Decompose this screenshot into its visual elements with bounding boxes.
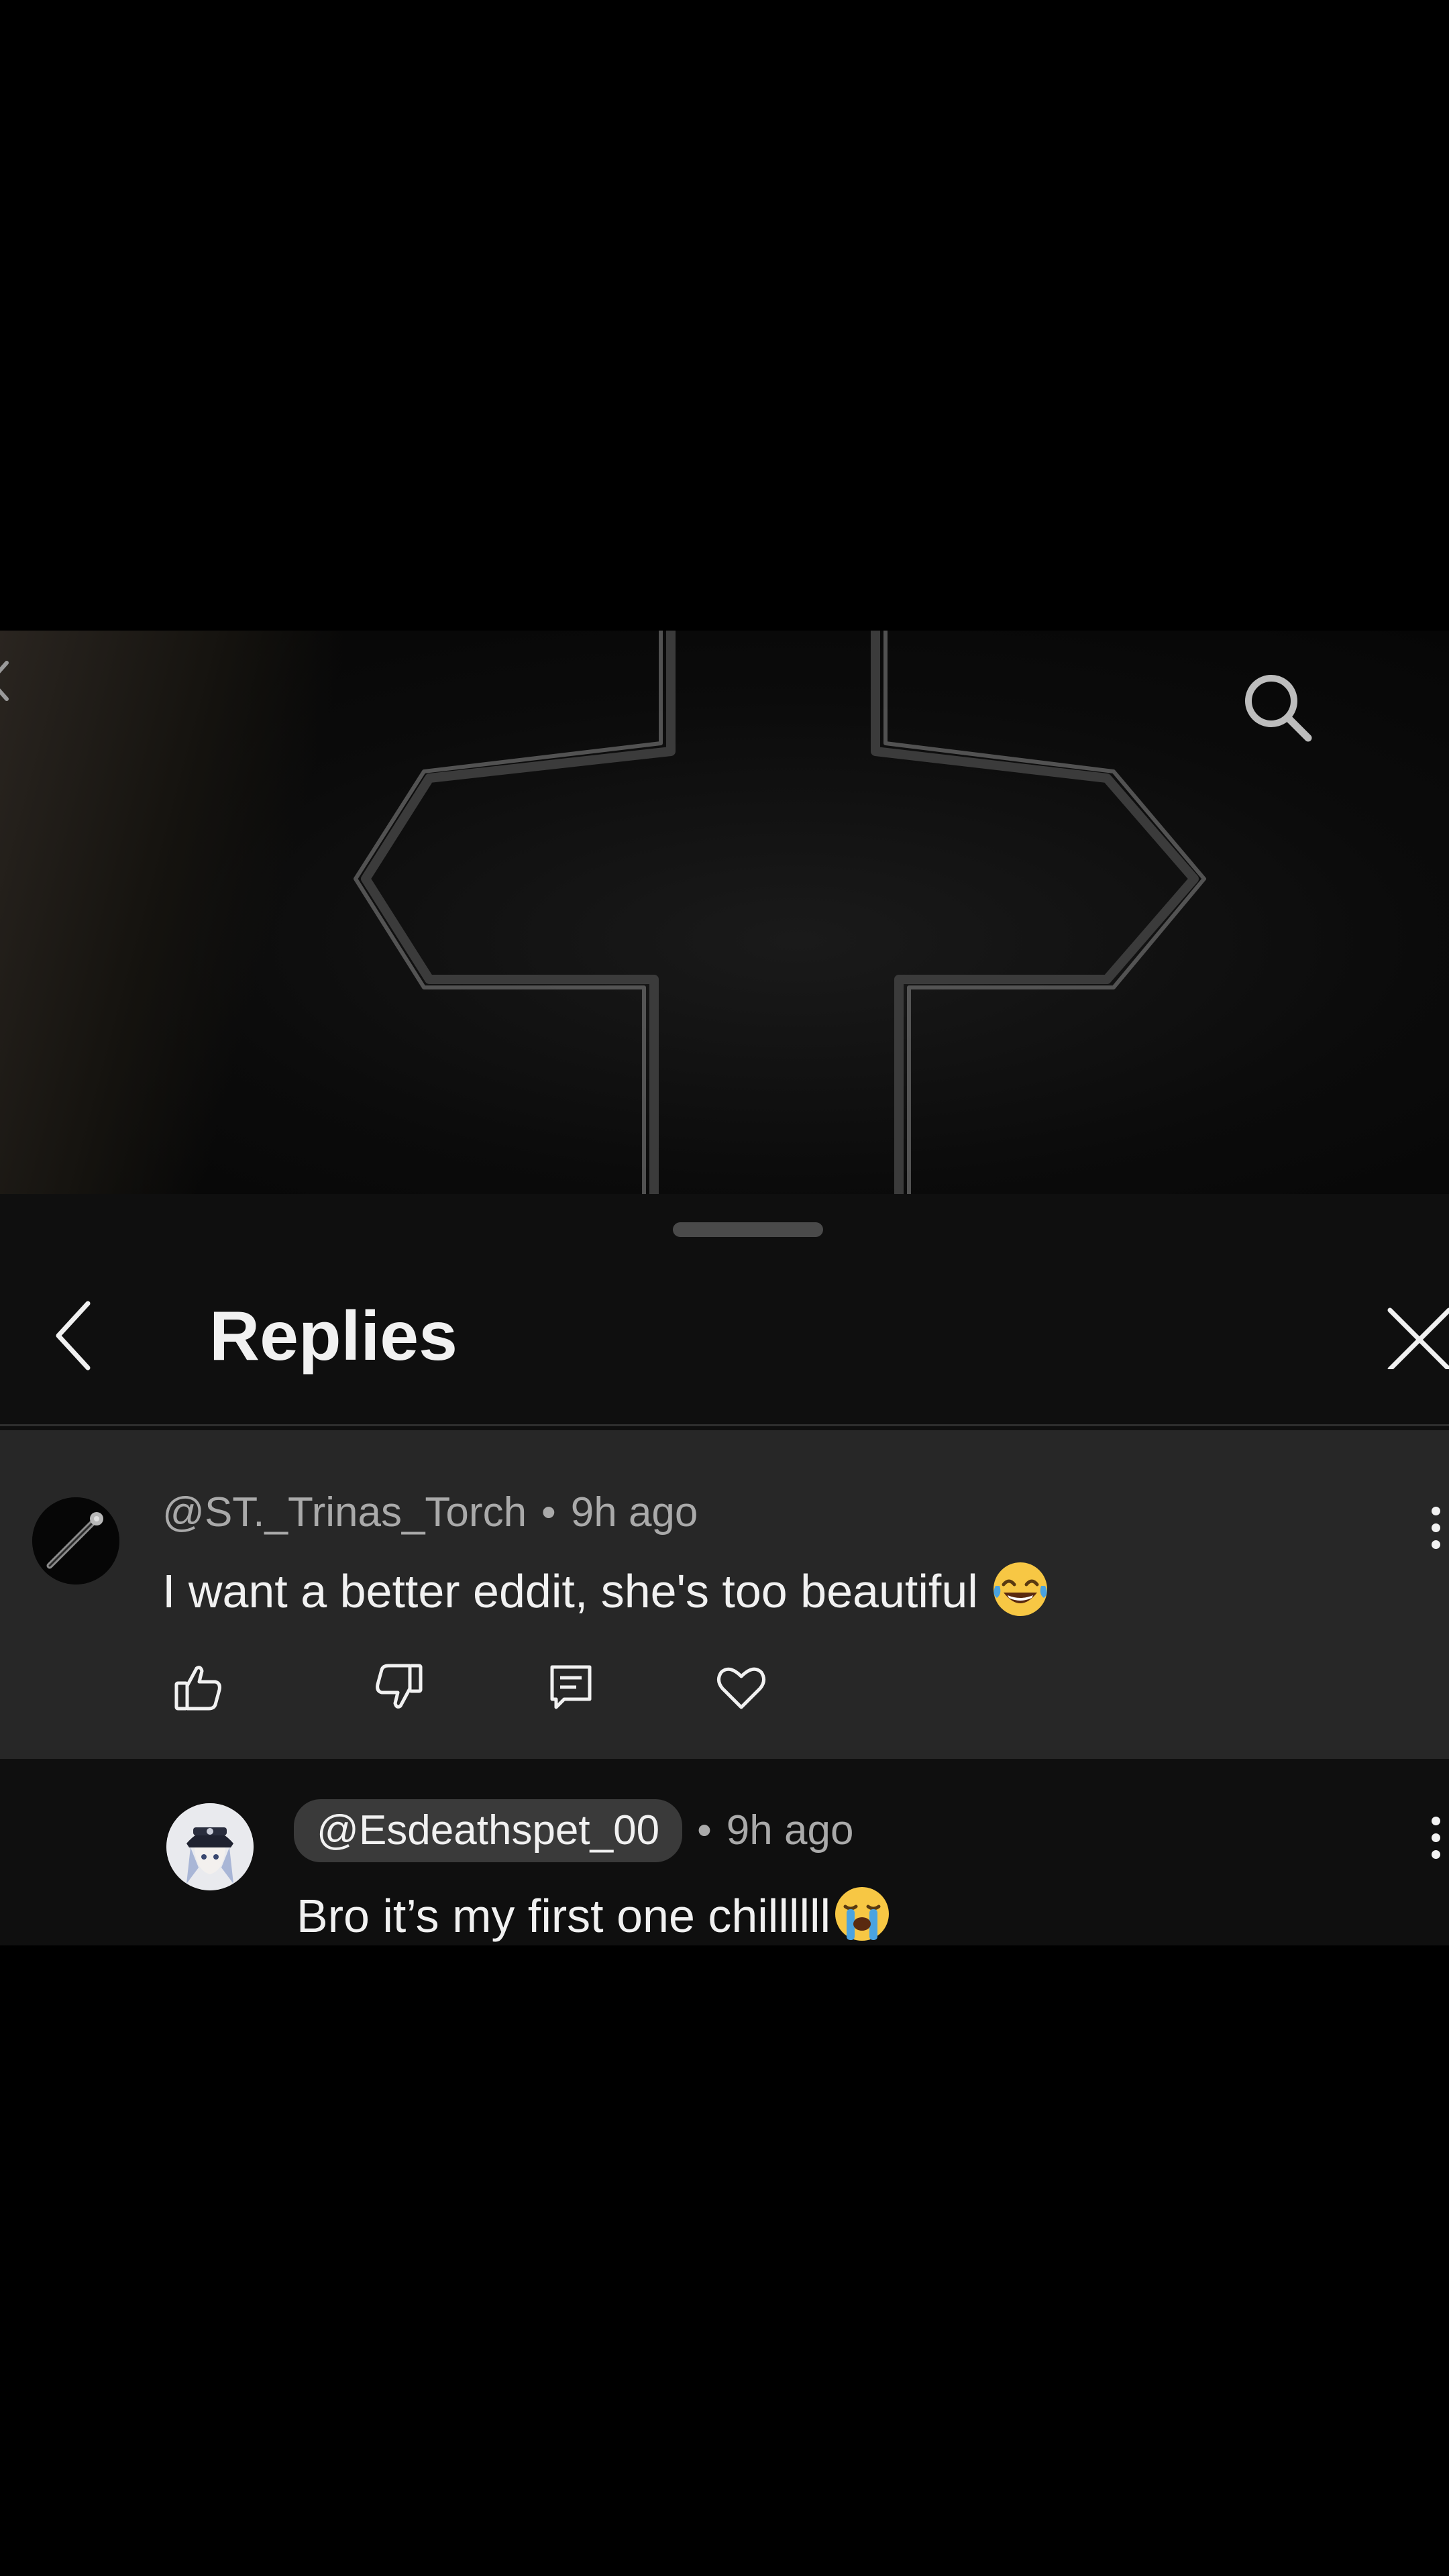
heart-button[interactable] bbox=[704, 1652, 778, 1725]
dislike-button[interactable] bbox=[362, 1652, 436, 1725]
more-vertical-icon[interactable] bbox=[1415, 1491, 1449, 1564]
more-vertical-icon[interactable] bbox=[1415, 1801, 1449, 1874]
comment-meta: @ST._Trinas_Torch • 9h ago bbox=[162, 1492, 698, 1534]
video-player[interactable] bbox=[0, 631, 1449, 1194]
face-with-tears-of-joy-icon bbox=[990, 1559, 1051, 1619]
replies-sheet: Replies @ST._Trinas_Torch • 9h ago I want … bbox=[0, 1194, 1449, 1945]
search-icon[interactable] bbox=[1234, 664, 1322, 751]
comment-timestamp: 9h ago bbox=[570, 1489, 698, 1536]
comment-text: I want a better eddit, she's too beautif… bbox=[162, 1565, 978, 1617]
meta-separator: • bbox=[541, 1489, 556, 1536]
thumbs-up-icon bbox=[171, 1660, 225, 1717]
close-icon bbox=[1382, 1302, 1449, 1373]
page-title: Replies bbox=[209, 1297, 458, 1375]
meta-separator: • bbox=[697, 1807, 712, 1854]
comment-actions bbox=[161, 1652, 832, 1725]
loudly-crying-face-icon bbox=[832, 1884, 892, 1944]
video-back-icon[interactable] bbox=[0, 657, 13, 704]
reply-meta: @Esdeathspet_00 • 9h ago bbox=[294, 1799, 854, 1863]
reply-timestamp: 9h ago bbox=[726, 1807, 854, 1854]
thumbs-down-icon bbox=[372, 1660, 426, 1717]
drag-handle[interactable] bbox=[673, 1222, 823, 1237]
chevron-left-icon bbox=[50, 1295, 97, 1379]
close-button[interactable] bbox=[1382, 1293, 1449, 1381]
avatar[interactable] bbox=[166, 1803, 254, 1890]
comment-username[interactable]: @ST._Trinas_Torch bbox=[162, 1489, 527, 1536]
video-frame-artwork bbox=[354, 631, 1206, 1194]
like-button[interactable] bbox=[161, 1652, 235, 1725]
comment-icon bbox=[544, 1660, 598, 1717]
reply-text: Bro it’s my first one chillllll bbox=[297, 1890, 831, 1942]
reply-username[interactable]: @Esdeathspet_00 bbox=[294, 1799, 683, 1863]
parent-comment: @ST._Trinas_Torch • 9h ago I want a better… bbox=[0, 1430, 1449, 1759]
reply-text-row: Bro it’s my first one chillllll bbox=[297, 1884, 892, 1944]
comment-text-row: I want a better eddit, she's too beautif… bbox=[162, 1559, 1051, 1619]
back-button[interactable] bbox=[40, 1293, 107, 1381]
reply-comment: @Esdeathspet_00 • 9h ago Bro it’s my first… bbox=[0, 1759, 1449, 1945]
avatar[interactable] bbox=[32, 1497, 119, 1585]
reply-button[interactable] bbox=[534, 1652, 608, 1725]
heart-icon bbox=[713, 1659, 769, 1719]
